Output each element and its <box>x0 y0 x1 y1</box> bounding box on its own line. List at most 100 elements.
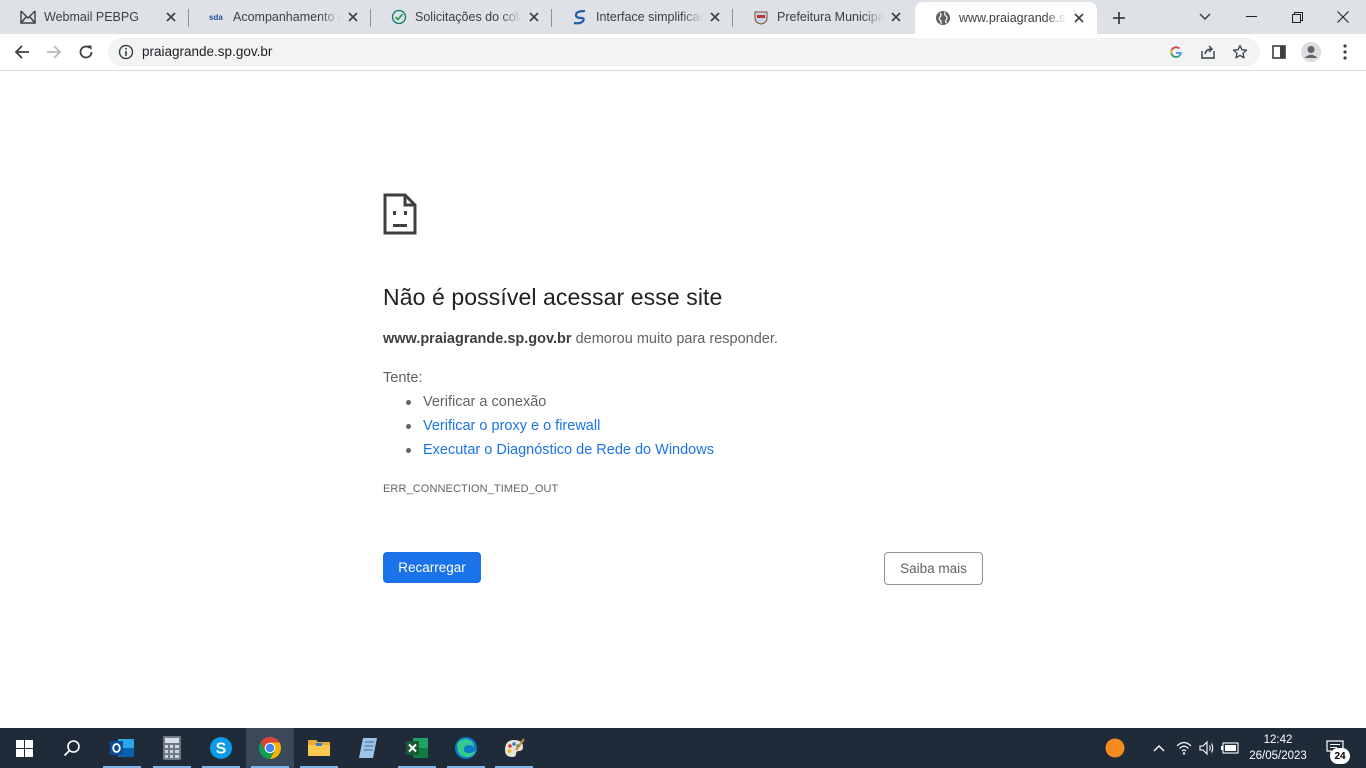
tab-praiagrande-active[interactable]: www.praiagrande.sp.g <box>915 2 1097 34</box>
side-panel-button[interactable] <box>1264 37 1294 67</box>
check-icon <box>391 9 407 25</box>
tab-strip: Webmail PEBPG sda Acompanhamento de Soli… <box>0 0 1366 34</box>
suggestion-text: Verificar a conexão <box>423 394 547 410</box>
paint-icon <box>505 738 525 757</box>
tab-prefeitura[interactable]: Prefeitura Municipal d <box>733 0 914 34</box>
tab-title: Solicitações do colabo <box>415 10 522 24</box>
svg-text:S: S <box>216 741 227 758</box>
start-button[interactable] <box>0 728 48 768</box>
side-panel-icon <box>1272 45 1286 59</box>
taskbar-edge[interactable] <box>442 728 490 768</box>
reload-page-button[interactable]: Recarregar <box>383 552 481 583</box>
proxy-firewall-link[interactable]: Verificar o proxy e o firewall <box>423 418 600 434</box>
taskbar-chrome[interactable] <box>246 728 294 768</box>
suggestions-list: Verificar a conexão Verificar o proxy e … <box>383 394 714 466</box>
search-button[interactable] <box>48 728 96 768</box>
close-tab-icon[interactable] <box>888 9 904 25</box>
forward-arrow-icon <box>47 45 62 59</box>
network-diagnostics-link[interactable]: Executar o Diagnóstico de Rede do Window… <box>423 442 714 458</box>
back-button[interactable] <box>7 37 37 67</box>
tab-title: Acompanhamento de <box>233 10 341 24</box>
close-tab-icon[interactable] <box>163 9 179 25</box>
reload-icon <box>79 45 93 59</box>
tab-solicitacoes[interactable]: Solicitações do colabo <box>371 0 552 34</box>
skype-icon: S <box>210 737 232 759</box>
chevron-down-icon <box>1199 13 1211 21</box>
learn-more-button[interactable]: Saiba mais <box>884 552 983 585</box>
show-hidden-icons-button[interactable] <box>1148 728 1170 768</box>
folder-icon <box>308 740 330 756</box>
error-host: www.praiagrande.sp.gov.br <box>383 331 572 347</box>
webmail-icon <box>20 9 36 25</box>
taskbar-excel[interactable] <box>393 728 441 768</box>
restore-icon <box>1291 11 1303 23</box>
windows-taskbar: S 12:42 26/05/2023 <box>0 728 1366 768</box>
outlook-icon <box>110 739 134 757</box>
plus-icon <box>1113 12 1125 24</box>
new-tab-button[interactable] <box>1106 5 1132 31</box>
google-lens-button[interactable] <box>1167 43 1185 61</box>
taskbar-calculator[interactable] <box>148 728 196 768</box>
close-tab-icon[interactable] <box>707 9 723 25</box>
suggestion-run-diagnostics: Executar o Diagnóstico de Rede do Window… <box>383 442 714 466</box>
clock[interactable]: 12:42 26/05/2023 <box>1242 732 1314 764</box>
close-tab-icon[interactable] <box>345 9 361 25</box>
profile-button[interactable] <box>1296 37 1326 67</box>
suggestion-check-connection: Verificar a conexão <box>383 394 714 418</box>
speaker-icon <box>1199 740 1214 756</box>
search-icon <box>63 740 80 757</box>
close-icon <box>1337 11 1349 23</box>
taskbar-notepad[interactable] <box>344 728 392 768</box>
taskbar-paint[interactable] <box>490 728 538 768</box>
google-g-icon <box>1170 46 1182 58</box>
forward-button[interactable] <box>39 37 69 67</box>
crest-icon <box>753 9 769 25</box>
volume-button[interactable] <box>1196 728 1218 768</box>
tray-app-button[interactable] <box>1100 728 1130 768</box>
tab-title: Interface simplificada <box>596 10 703 24</box>
tab-title: Prefeitura Municipal d <box>777 10 884 24</box>
taskbar-skype[interactable]: S <box>197 728 245 768</box>
notepad-icon <box>359 738 377 758</box>
edge-icon <box>455 737 477 759</box>
error-title: Não é possível acessar esse site <box>383 284 723 310</box>
browser-toolbar: praiagrande.sp.gov.br <box>0 34 1366 71</box>
share-icon <box>1201 45 1215 59</box>
s-logo-icon <box>572 9 588 25</box>
tab-acompanhamento[interactable]: sda Acompanhamento de <box>189 0 371 34</box>
chrome-icon <box>259 737 281 759</box>
calculator-icon <box>163 736 181 760</box>
menu-button[interactable] <box>1330 37 1360 67</box>
orange-circle-icon <box>1105 738 1125 758</box>
minimize-icon <box>1245 16 1257 17</box>
taskbar-file-explorer[interactable] <box>295 728 343 768</box>
error-code: ERR_CONNECTION_TIMED_OUT <box>383 483 559 495</box>
clock-time: 12:42 <box>1263 734 1293 746</box>
close-tab-icon[interactable] <box>1071 10 1087 26</box>
tab-interface-simplificada[interactable]: Interface simplificada <box>552 0 733 34</box>
tab-webmail[interactable]: Webmail PEBPG <box>0 0 189 34</box>
excel-icon <box>406 738 428 758</box>
share-button[interactable] <box>1199 43 1217 61</box>
error-description: www.praiagrande.sp.gov.br demorou muito … <box>383 331 778 347</box>
error-message: demorou muito para responder. <box>571 331 778 347</box>
minimize-button[interactable] <box>1228 0 1274 34</box>
svg-text:sda: sda <box>209 13 223 22</box>
reload-button[interactable] <box>71 37 101 67</box>
bookmark-button[interactable] <box>1231 43 1249 61</box>
tab-title: www.praiagrande.sp.g <box>959 11 1067 25</box>
windows-logo-icon <box>15 739 33 757</box>
battery-icon <box>1221 742 1239 754</box>
close-tab-icon[interactable] <box>526 9 542 25</box>
info-icon[interactable] <box>118 44 134 60</box>
battery-button[interactable] <box>1219 728 1241 768</box>
address-bar[interactable]: praiagrande.sp.gov.br <box>108 38 1260 66</box>
close-window-button[interactable] <box>1320 0 1366 34</box>
taskbar-outlook[interactable] <box>98 728 146 768</box>
tab-search-button[interactable] <box>1182 0 1228 34</box>
restore-button[interactable] <box>1274 0 1320 34</box>
network-button[interactable] <box>1173 728 1195 768</box>
sda-icon: sda <box>209 9 225 25</box>
suggestion-check-proxy: Verificar o proxy e o firewall <box>383 418 714 442</box>
globe-icon <box>935 10 951 26</box>
